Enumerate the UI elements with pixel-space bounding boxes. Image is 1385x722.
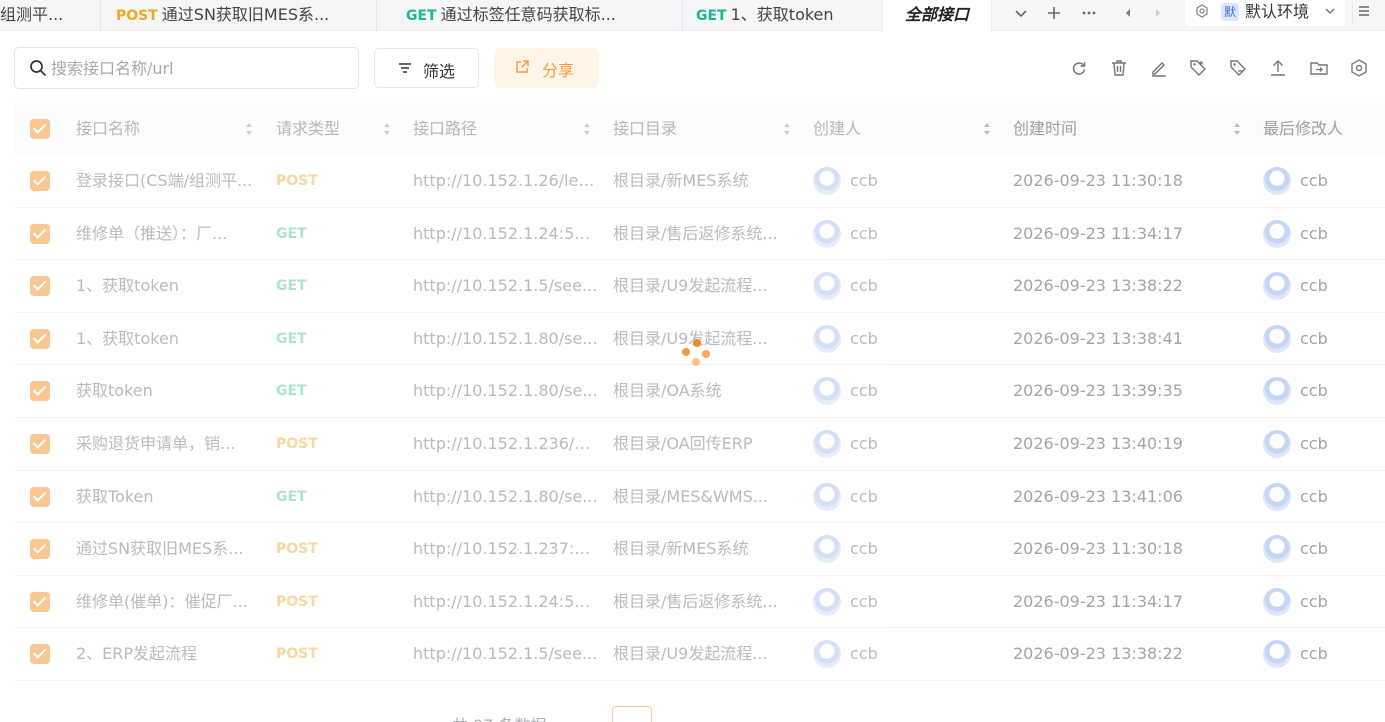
gear-icon xyxy=(1195,4,1209,22)
cell-created-time: 2026-09-23 13:40:19 xyxy=(1013,434,1183,453)
edit-icon[interactable] xyxy=(1149,58,1169,78)
cell-created-time: 2026-09-23 11:34:17 xyxy=(1013,223,1183,243)
spinner-dot xyxy=(682,348,690,356)
column-header-created-time[interactable]: 创建时间 xyxy=(1013,103,1077,155)
cell-modifier: ccb xyxy=(1300,434,1328,453)
upload-icon[interactable] xyxy=(1268,58,1288,78)
chevron-left-icon[interactable] xyxy=(1117,4,1139,26)
cell-created-time: 2026-09-23 13:38:22 xyxy=(1013,276,1183,296)
environment-name: 默认环境 xyxy=(1245,2,1310,21)
cell-modifier: ccb xyxy=(1300,644,1328,664)
avatar xyxy=(1263,272,1291,301)
avatar xyxy=(1263,482,1291,511)
tab-bar: 组测平... POST 通过SN获取旧MES系... GET 通过标签任意码获取标.… xyxy=(0,0,1385,32)
spinner-dot xyxy=(692,358,700,366)
environment-badge: 默 xyxy=(1221,3,1239,21)
tag-remove-icon[interactable] xyxy=(1228,58,1248,78)
avatar xyxy=(1263,377,1291,406)
tab-divider xyxy=(100,0,101,31)
column-header-modifier[interactable]: 最后修改人 xyxy=(1263,103,1343,155)
cell-modifier: ccb xyxy=(1300,223,1328,243)
tab-label: 通过SN获取旧MES系... xyxy=(161,5,330,24)
spinner-dot xyxy=(702,350,710,358)
tag-add-icon[interactable] xyxy=(1188,58,1208,78)
cell-created-time: 2026-09-23 13:38:41 xyxy=(1013,328,1183,348)
tab-label: 组测平... xyxy=(0,5,64,24)
settings-icon[interactable] xyxy=(1349,58,1369,78)
tab-method: POST xyxy=(116,8,158,24)
loading-overlay xyxy=(14,103,891,686)
plus-icon[interactable] xyxy=(1043,4,1065,26)
filter-icon xyxy=(399,63,411,73)
search-box xyxy=(14,47,359,89)
avatar xyxy=(1263,324,1291,353)
chevron-right-icon[interactable] xyxy=(1147,4,1169,26)
tab-method: GET xyxy=(406,8,437,24)
avatar xyxy=(1263,640,1291,669)
cell-modifier: ccb xyxy=(1300,171,1328,190)
chevron-down-icon xyxy=(1324,1,1336,24)
cell-modifier: ccb xyxy=(1300,381,1328,401)
environment-selector[interactable]: 默 默认环境 xyxy=(1185,0,1345,26)
loading-spinner-icon xyxy=(680,338,712,370)
cell-modifier: ccb xyxy=(1300,539,1328,559)
tab-divider xyxy=(682,0,683,31)
avatar xyxy=(1263,219,1291,248)
move-folder-icon[interactable] xyxy=(1309,58,1329,78)
cell-modifier: ccb xyxy=(1300,486,1328,506)
refresh-icon[interactable] xyxy=(1069,58,1089,78)
tab-1[interactable]: POST 通过SN获取旧MES系... xyxy=(116,0,356,31)
tab-3[interactable]: GET 1、获取token xyxy=(696,0,876,31)
avatar xyxy=(1263,167,1291,195)
cell-created-time: 2026-09-23 11:34:17 xyxy=(1013,591,1183,611)
cell-modifier: ccb xyxy=(1300,276,1328,296)
chevron-down-icon[interactable] xyxy=(1010,4,1032,26)
pagination-total: 共 97 条数据 xyxy=(452,712,547,722)
search-input[interactable] xyxy=(51,56,341,80)
cell-created-time: 2026-09-23 13:41:06 xyxy=(1013,486,1183,506)
tab-label: 1、获取token xyxy=(730,5,834,24)
sort-icon[interactable] xyxy=(1233,122,1241,136)
more-horizontal-icon[interactable] xyxy=(1078,4,1100,26)
avatar xyxy=(1263,430,1291,458)
search-icon xyxy=(30,60,46,76)
tab-2[interactable]: GET 通过标签任意码获取标... xyxy=(406,0,656,31)
tab-all-apis[interactable]: 全部接口 xyxy=(882,0,992,32)
avatar xyxy=(1263,587,1291,616)
filter-label: 筛选 xyxy=(423,62,456,81)
cell-created-time: 2026-09-23 13:39:35 xyxy=(1013,381,1183,401)
cell-modifier: ccb xyxy=(1300,328,1328,348)
pagination-page-button[interactable] xyxy=(612,706,652,722)
sort-icon[interactable] xyxy=(983,122,991,136)
filter-button[interactable]: 筛选 xyxy=(374,48,479,88)
menu-icon[interactable] xyxy=(1352,2,1374,24)
tab-label: 通过标签任意码获取标... xyxy=(440,5,616,24)
share-button[interactable]: 分享 xyxy=(494,48,599,88)
cell-created-time: 2026-09-23 11:30:18 xyxy=(1013,171,1183,190)
delete-icon[interactable] xyxy=(1109,58,1129,78)
share-label: 分享 xyxy=(542,61,575,80)
tab-method: GET xyxy=(696,8,727,24)
cell-created-time: 2026-09-23 11:30:18 xyxy=(1013,539,1183,559)
share-icon xyxy=(516,60,529,73)
cell-modifier: ccb xyxy=(1300,591,1328,611)
cell-created-time: 2026-09-23 13:38:22 xyxy=(1013,644,1183,664)
spinner-dot xyxy=(693,339,701,347)
avatar xyxy=(1263,535,1291,564)
tab-divider xyxy=(376,0,377,31)
tab-0[interactable]: 组测平... xyxy=(0,0,90,31)
